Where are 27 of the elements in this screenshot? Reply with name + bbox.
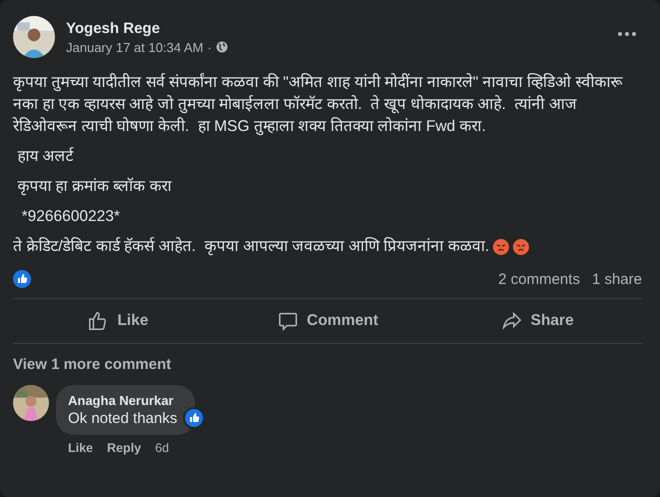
comments-count[interactable]: 2 comments [498, 270, 580, 288]
speech-bubble-icon [276, 310, 299, 332]
comment-text: Ok noted thanks [68, 410, 178, 427]
share-arrow-icon [500, 310, 523, 332]
post-text: हाय अलर्ट [16, 146, 74, 167]
view-more-comments-link[interactable]: View 1 more comment [13, 356, 172, 373]
post-text: *9266600223* [20, 207, 120, 227]
like-button[interactable]: Like [13, 299, 223, 343]
author-name[interactable]: Yogesh Rege [66, 20, 607, 36]
share-button[interactable]: Share [432, 299, 642, 343]
shares-count[interactable]: 1 share [592, 270, 642, 288]
like-icon [13, 270, 31, 288]
comment-action-link[interactable]: Reply [107, 441, 142, 455]
post-text: कृपया तुमच्या यादीतील सर्व संपर्कांना कळवा की "अमित शाह यांनी मोदींना नाकारले" नावाचा व्हिडिओ स्वीकारू नका हा एक व्हायरस आहे जो तुमच्या मोबाईलला फॉरमॅट करतो. ते खूप धोकादायक आहे. त्यांनी आज रेडिओवरून त्याची घोषणा केली. हा MSG तुम्हाला शक्य तितक्या लोकांना Fwd करा. [13, 72, 624, 138]
more-options-icon[interactable] [618, 32, 636, 36]
comment-button[interactable]: Comment [222, 299, 432, 343]
comment-action-link[interactable]: Like [68, 441, 94, 455]
commenter-name[interactable]: Anagha Nerurkar [68, 393, 178, 408]
globe-icon [216, 41, 228, 53]
post-timestamp[interactable]: January 17 at 10:34 AM [66, 40, 204, 54]
separator-dot: · [207, 40, 212, 54]
comment-age: 6d [155, 441, 169, 455]
post-text: ते क्रेडिट/डेबिट कार्ड हॅकर्स आहेत. कृपया आपल्या जवळच्या आणि प्रियजनांना कळवा. [13, 236, 490, 258]
angry-face-icon [493, 239, 510, 255]
like-icon [185, 409, 204, 427]
angry-face-icon [513, 239, 530, 255]
post-text: कृपया हा क्रमांक ब्लॉक करा [16, 176, 172, 198]
